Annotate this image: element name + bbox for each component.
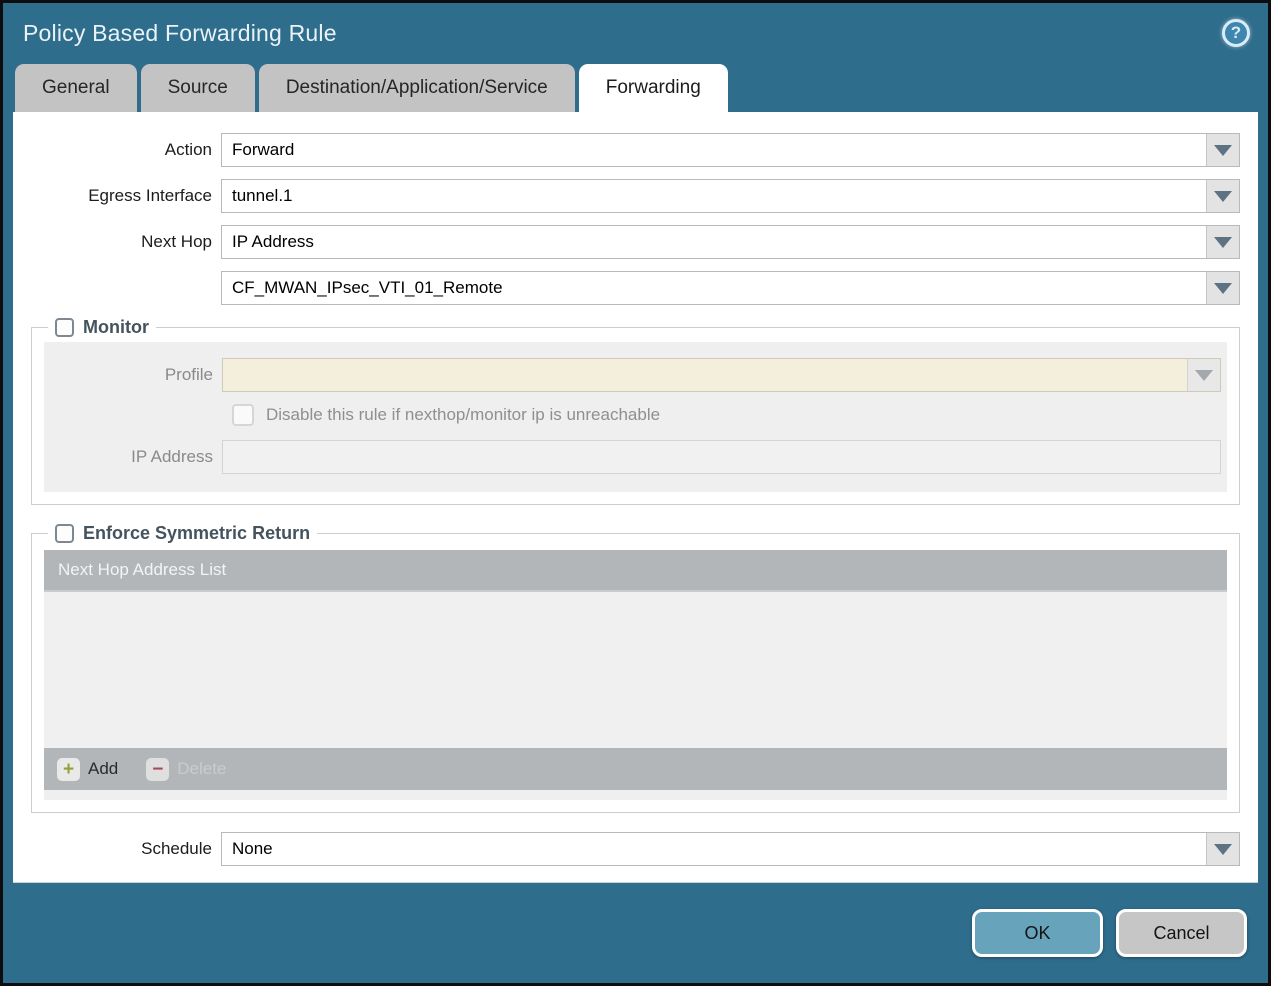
chevron-down-icon [1214, 236, 1232, 248]
enforce-symmetric-return-legend-label: Enforce Symmetric Return [83, 523, 311, 543]
monitor-legend-label: Monitor [83, 317, 149, 337]
egress-interface-value: tunnel.1 [232, 186, 293, 205]
schedule-dropdown-button[interactable] [1206, 833, 1239, 865]
next-hop-address-list-toolbar: + Add − Delete [44, 748, 1227, 790]
delete-button-label: Delete [177, 759, 227, 778]
tab-general[interactable]: General [15, 64, 137, 112]
chevron-down-icon [1214, 843, 1232, 855]
monitor-ip-address-row: IP Address [44, 440, 1221, 474]
monitor-ip-address-input [222, 440, 1221, 474]
dialog-title: Policy Based Forwarding Rule [23, 19, 337, 46]
next-hop-row: Next Hop IP Address [31, 225, 1240, 259]
add-plus-icon: + [57, 757, 80, 781]
enforce-symmetric-return-checkbox[interactable] [55, 524, 74, 543]
profile-dropdown [222, 358, 1221, 392]
next-hop-address-dropdown-button[interactable] [1206, 272, 1239, 304]
monitor-checkbox[interactable] [55, 318, 74, 337]
action-dropdown-button[interactable] [1206, 134, 1239, 166]
profile-dropdown-button [1187, 359, 1220, 391]
ok-button[interactable]: OK [972, 909, 1103, 957]
disable-rule-label: Disable this rule if nexthop/monitor ip … [266, 405, 661, 424]
tab-bar: General Source Destination/Application/S… [3, 63, 1268, 112]
egress-interface-dropdown-button[interactable] [1206, 180, 1239, 212]
next-hop-address-row: CF_MWAN_IPsec_VTI_01_Remote [31, 271, 1240, 305]
next-hop-type-value: IP Address [232, 232, 314, 251]
add-button[interactable]: + Add [57, 757, 119, 781]
schedule-dropdown[interactable]: None [221, 832, 1240, 866]
next-hop-address-list-table: Next Hop Address List + Add − Delete [44, 550, 1227, 800]
next-hop-address-value: CF_MWAN_IPsec_VTI_01_Remote [232, 278, 503, 297]
tab-content-forwarding: Action Forward Egress Interface tunnel.1… [13, 112, 1258, 883]
egress-interface-label: Egress Interface [88, 186, 212, 205]
delete-minus-icon: − [146, 757, 170, 781]
next-hop-label: Next Hop [141, 232, 212, 251]
delete-button: − Delete [146, 757, 227, 781]
next-hop-type-dropdown[interactable]: IP Address [221, 225, 1240, 259]
next-hop-address-list-header: Next Hop Address List [44, 550, 1227, 592]
schedule-value: None [232, 839, 273, 858]
egress-interface-row: Egress Interface tunnel.1 [31, 179, 1240, 213]
dialog-footer: OK Cancel [3, 883, 1268, 983]
action-label: Action [164, 140, 212, 159]
tab-source[interactable]: Source [140, 64, 255, 112]
pbf-rule-dialog: Policy Based Forwarding Rule ? General S… [0, 0, 1271, 986]
disable-rule-row: Disable this rule if nexthop/monitor ip … [232, 404, 1221, 426]
add-button-label: Add [88, 759, 119, 778]
next-hop-address-list-body [44, 592, 1227, 748]
dialog-titlebar: Policy Based Forwarding Rule ? [3, 3, 1268, 63]
chevron-down-icon [1214, 282, 1232, 294]
profile-row: Profile [44, 358, 1221, 392]
next-hop-type-dropdown-button[interactable] [1206, 226, 1239, 258]
monitor-legend: Monitor [48, 317, 156, 338]
chevron-down-icon [1214, 144, 1232, 156]
next-hop-address-dropdown[interactable]: CF_MWAN_IPsec_VTI_01_Remote [221, 271, 1240, 305]
cancel-button[interactable]: Cancel [1116, 909, 1247, 957]
monitor-section: Monitor Profile Disable this rule if nex… [31, 317, 1240, 505]
tab-destination-application-service[interactable]: Destination/Application/Service [258, 64, 575, 112]
action-dropdown[interactable]: Forward [221, 133, 1240, 167]
monitor-ip-address-label: IP Address [131, 447, 213, 466]
profile-label: Profile [164, 365, 213, 384]
profile-value [223, 359, 1187, 391]
action-value: Forward [232, 140, 295, 159]
chevron-down-icon [1195, 369, 1213, 381]
schedule-row: Schedule None [31, 832, 1240, 866]
tab-forwarding[interactable]: Forwarding [578, 64, 728, 112]
disable-rule-checkbox [232, 404, 254, 426]
enforce-symmetric-return-section: Enforce Symmetric Return Next Hop Addres… [31, 523, 1240, 813]
schedule-label: Schedule [141, 839, 212, 858]
enforce-symmetric-return-legend: Enforce Symmetric Return [48, 523, 317, 544]
action-row: Action Forward [31, 133, 1240, 167]
egress-interface-dropdown[interactable]: tunnel.1 [221, 179, 1240, 213]
chevron-down-icon [1214, 190, 1232, 202]
monitor-box: Profile Disable this rule if nexthop/mon… [44, 342, 1227, 492]
help-icon[interactable]: ? [1222, 19, 1250, 47]
table-bottom-strip [44, 790, 1227, 800]
